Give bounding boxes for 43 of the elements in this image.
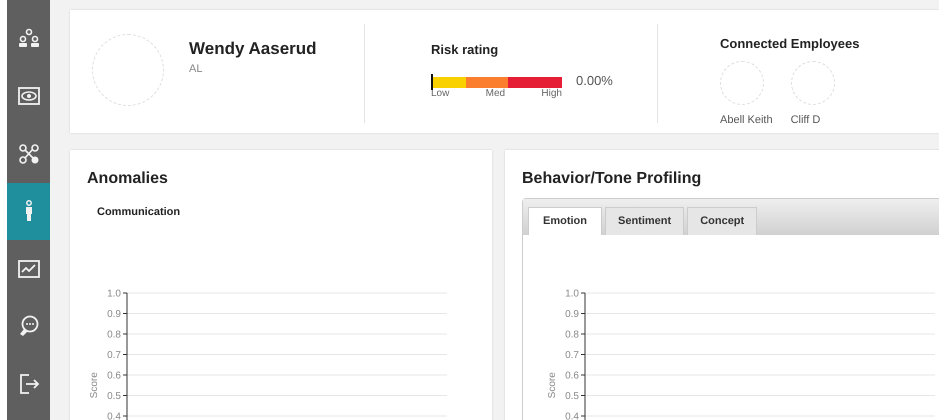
person-icon xyxy=(24,200,32,222)
tick-label: 0.9 xyxy=(565,309,579,320)
employee-link[interactable]: Cliff D xyxy=(790,114,835,126)
employee-name: Wendy Aaserud xyxy=(189,39,317,59)
eye-icon xyxy=(18,85,40,108)
avatar-icon xyxy=(720,61,764,105)
risk-reading: 0.00% xyxy=(576,73,613,88)
employee-subtitle: AL xyxy=(189,63,204,75)
tick-label: 1.0 xyxy=(565,288,579,300)
avatar-icon xyxy=(790,61,835,105)
logout-icon xyxy=(18,372,40,395)
tick-label: 0.5 xyxy=(565,391,579,402)
tick-label: 0.7 xyxy=(107,350,121,361)
scale-label: Low xyxy=(431,88,450,99)
employee-link[interactable]: Abell Keith xyxy=(720,114,773,126)
people-icon xyxy=(18,28,40,50)
tick-label: 1.0 xyxy=(107,288,121,300)
sidebar-item[interactable] xyxy=(7,182,50,240)
connected-title: Connected Employees xyxy=(720,36,860,51)
card-title: Anomalies xyxy=(87,170,169,188)
tick-label: 0.6 xyxy=(565,370,579,382)
tick-label: 0.9 xyxy=(107,309,121,320)
chat-icon xyxy=(18,315,40,338)
axis-title: Score xyxy=(89,372,100,398)
scale-label: High xyxy=(541,88,562,99)
chart-icon xyxy=(18,258,40,280)
tab[interactable]: Sentiment xyxy=(605,207,684,235)
risk-title: Risk rating xyxy=(431,42,500,57)
network-icon xyxy=(18,142,40,165)
tab[interactable]: Emotion xyxy=(528,207,602,235)
tick-label: 0.8 xyxy=(107,330,121,340)
tick-label: 0.5 xyxy=(107,391,121,402)
chart-title: Communication xyxy=(97,206,180,218)
scale-label: Med xyxy=(486,88,506,99)
tick-label: 0.8 xyxy=(565,330,579,340)
tick-label: 0.4 xyxy=(107,412,121,420)
card-title: Behavior/Tone Profiling xyxy=(522,170,702,188)
axis-title: Score xyxy=(547,372,558,398)
tick-label: 0.6 xyxy=(107,370,121,382)
avatar-icon xyxy=(92,34,164,106)
tick-label: 0.7 xyxy=(565,350,579,361)
tab[interactable]: Concept xyxy=(687,207,758,235)
tick-label: 0.4 xyxy=(565,412,579,420)
